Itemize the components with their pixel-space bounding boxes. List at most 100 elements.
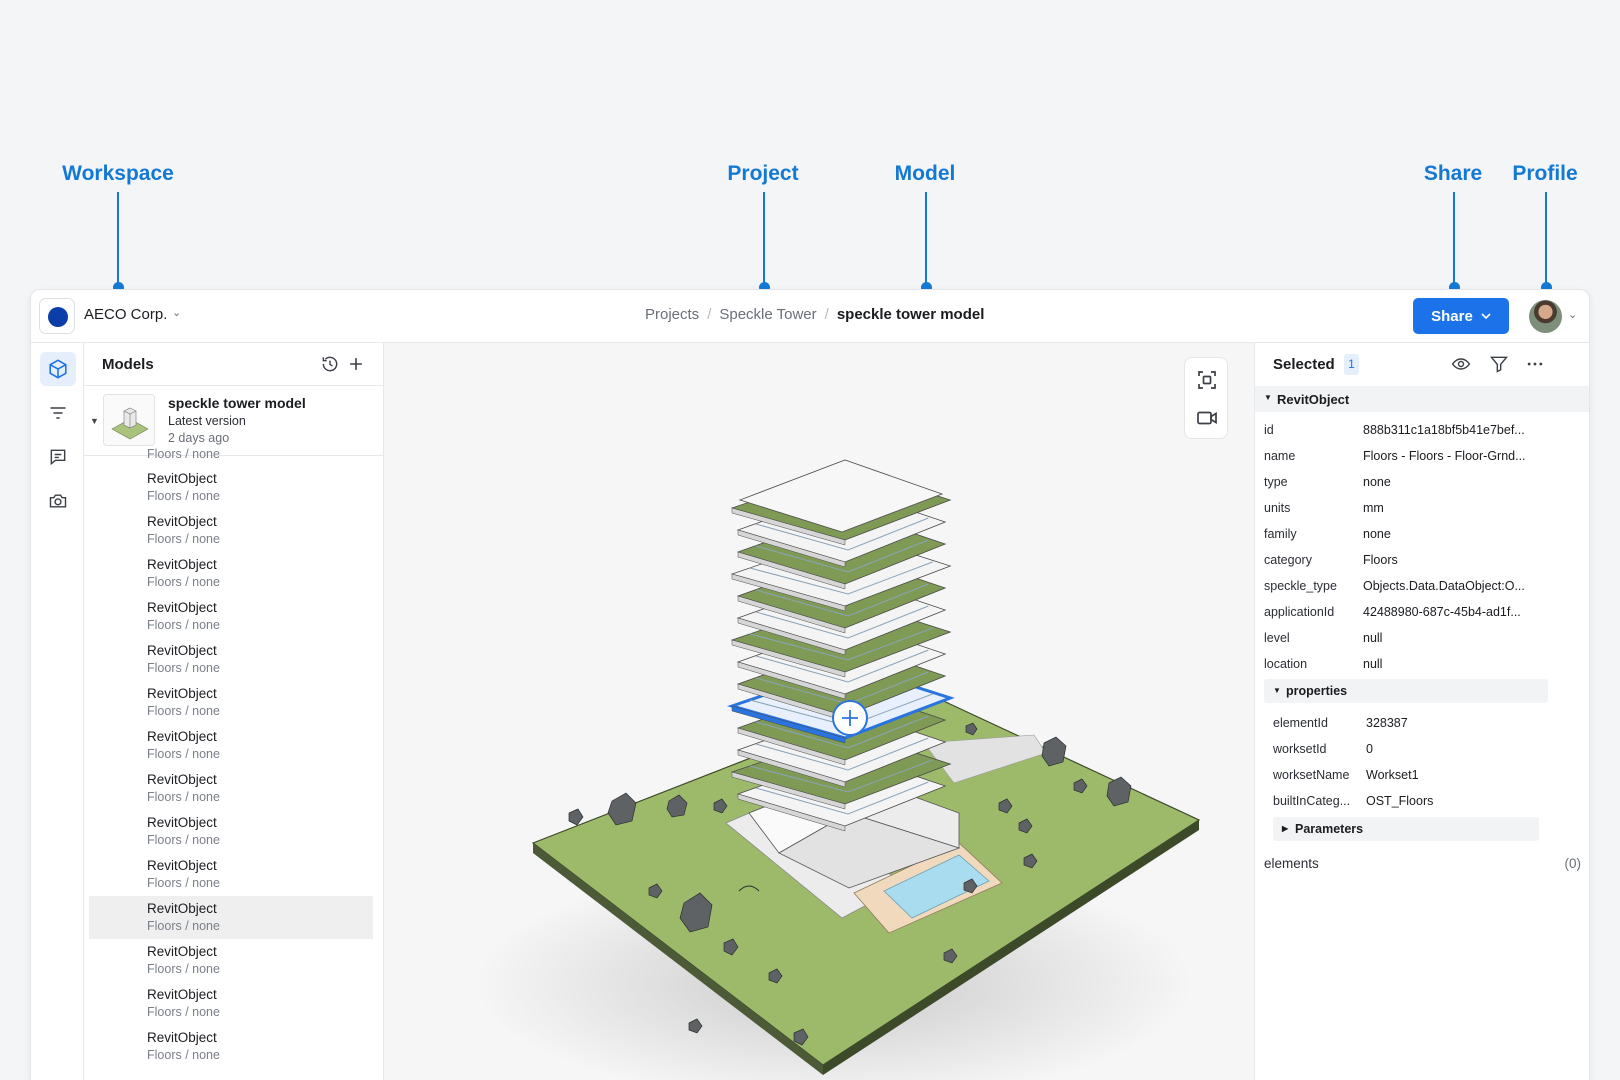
- property-value: mm: [1363, 501, 1384, 515]
- elements-label: elements: [1264, 856, 1319, 871]
- property-key: category: [1264, 553, 1312, 567]
- chevron-down-icon[interactable]: ⌄: [172, 306, 181, 319]
- list-item[interactable]: RevitObject Floors / none: [89, 466, 373, 509]
- share-button-label: Share: [1431, 307, 1473, 325]
- property-row[interactable]: id 888b311c1a18bf5b41e7bef...: [1255, 417, 1589, 443]
- list-item[interactable]: RevitObject Floors / none: [89, 681, 373, 724]
- frame-icon[interactable]: [1195, 368, 1219, 392]
- properties-section[interactable]: ▼ properties: [1264, 679, 1548, 703]
- top-bar: AECO Corp. ⌄ Projects / Speckle Tower / …: [31, 290, 1589, 343]
- list-item-subtitle: Floors / none: [147, 876, 220, 890]
- property-value: Objects.Data.DataObject:O...: [1363, 579, 1525, 593]
- list-item-subtitle: Floors / none: [147, 1048, 220, 1062]
- callout-model: Model: [894, 162, 956, 185]
- building-model-render[interactable]: [384, 343, 1254, 1080]
- list-item-subtitle: Floors / none: [147, 1005, 220, 1019]
- selection-title: Selected: [1273, 356, 1335, 373]
- sub-property-row[interactable]: worksetId 0: [1255, 736, 1589, 762]
- list-item[interactable]: RevitObject Floors / none: [89, 767, 373, 810]
- eye-icon[interactable]: [1451, 354, 1471, 374]
- property-row[interactable]: category Floors: [1255, 547, 1589, 573]
- chevron-down-icon: [1481, 313, 1491, 319]
- property-row[interactable]: location null: [1255, 651, 1589, 677]
- section-revitobject[interactable]: ▼ RevitObject: [1255, 386, 1589, 412]
- list-item[interactable]: RevitObject Floors / none: [89, 509, 373, 552]
- breadcrumb-model[interactable]: speckle tower model: [837, 306, 985, 323]
- camera-icon: [49, 494, 67, 508]
- video-camera-icon[interactable]: [1195, 406, 1219, 430]
- model-card[interactable]: ▼ speckle tower model Latest version 2 d…: [84, 386, 383, 456]
- workspace-logo-disc: [48, 307, 68, 327]
- list-item[interactable]: RevitObject Floors / none: [89, 552, 373, 595]
- rail-comments-button[interactable]: [40, 440, 76, 474]
- list-item-name: RevitObject: [147, 987, 217, 1002]
- callout-line-share: [1453, 192, 1455, 284]
- list-item[interactable]: RevitObject Floors / none: [89, 638, 373, 681]
- list-item-name: RevitObject: [147, 729, 217, 744]
- list-item[interactable]: RevitObject Floors / none: [89, 896, 373, 939]
- filter-icon[interactable]: [1489, 354, 1509, 374]
- list-item[interactable]: RevitObject Floors / none: [89, 982, 373, 1025]
- property-row[interactable]: speckle_type Objects.Data.DataObject:O...: [1255, 573, 1589, 599]
- callout-profile: Profile: [1512, 162, 1578, 185]
- rail-models-button[interactable]: [40, 352, 76, 386]
- elements-row[interactable]: elements (0): [1255, 851, 1589, 877]
- sub-property-row[interactable]: worksetName Workset1: [1255, 762, 1589, 788]
- property-value: Floors - Floors - Floor-Grnd...: [1363, 449, 1526, 463]
- expand-caret-icon: ▶: [1282, 824, 1289, 833]
- section-title: RevitObject: [1277, 392, 1350, 407]
- model-age: 2 days ago: [168, 431, 230, 445]
- property-row[interactable]: units mm: [1255, 495, 1589, 521]
- more-icon[interactable]: [1525, 354, 1545, 374]
- list-item-subtitle: Floors / none: [147, 532, 220, 546]
- workspace-logo[interactable]: [39, 298, 75, 334]
- breadcrumb-project[interactable]: Speckle Tower: [719, 306, 816, 323]
- avatar[interactable]: [1529, 300, 1562, 333]
- list-item[interactable]: RevitObject Floors / none: [89, 853, 373, 896]
- list-item-subtitle: Floors / none: [147, 790, 220, 804]
- sub-property-row[interactable]: elementId 328387: [1255, 710, 1589, 736]
- share-button[interactable]: Share: [1413, 298, 1509, 334]
- property-row[interactable]: family none: [1255, 521, 1589, 547]
- profile-chevron-down-icon[interactable]: ⌄: [1568, 308, 1577, 321]
- property-key: location: [1264, 657, 1308, 671]
- history-icon[interactable]: [320, 354, 340, 374]
- selection-header: Selected 1: [1255, 343, 1589, 386]
- properties-section-label: properties: [1286, 684, 1348, 698]
- list-item[interactable]: RevitObject Floors / none: [89, 939, 373, 982]
- list-item-subtitle: Floors / none: [147, 618, 220, 632]
- parameters-section[interactable]: ▶ Parameters: [1273, 817, 1539, 841]
- property-key: id: [1264, 423, 1274, 437]
- models-panel-header: Models: [84, 343, 383, 386]
- add-model-icon[interactable]: [346, 354, 366, 374]
- property-row[interactable]: name Floors - Floors - Floor-Grnd...: [1255, 443, 1589, 469]
- breadcrumb-separator: /: [707, 306, 712, 323]
- sub-property-row[interactable]: builtInCateg... OST_Floors: [1255, 788, 1589, 814]
- viewer-canvas[interactable]: [384, 343, 1254, 1080]
- selection-panel: Selected 1 ▼ RevitObject id 888b311c1a18b…: [1254, 343, 1589, 1080]
- list-item[interactable]: RevitObject Floors / none: [89, 724, 373, 767]
- filter-lines-icon: [50, 407, 66, 419]
- breadcrumb: Projects / Speckle Tower / speckle tower…: [645, 306, 984, 323]
- breadcrumb-projects[interactable]: Projects: [645, 306, 699, 323]
- property-key: name: [1264, 449, 1296, 463]
- sub-property-value: 328387: [1366, 716, 1408, 730]
- collapse-caret-icon[interactable]: ▼: [90, 416, 99, 426]
- property-key: type: [1264, 475, 1288, 489]
- callout-line-workspace: [117, 192, 119, 284]
- property-row[interactable]: applicationId 42488980-687c-45b4-ad1f...: [1255, 599, 1589, 625]
- property-value: Floors: [1363, 553, 1398, 567]
- list-item[interactable]: RevitObject Floors / none: [89, 810, 373, 853]
- rail-filters-button[interactable]: [40, 396, 76, 430]
- rail-views-button[interactable]: [40, 484, 76, 518]
- list-item[interactable]: RevitObject Floors / none: [89, 595, 373, 638]
- tower-floors: [726, 459, 955, 832]
- property-key: family: [1264, 527, 1297, 541]
- property-row[interactable]: type none: [1255, 469, 1589, 495]
- list-item[interactable]: RevitObject Floors / none: [89, 1025, 373, 1068]
- property-row[interactable]: level null: [1255, 625, 1589, 651]
- property-value: null: [1363, 631, 1383, 645]
- workspace-name[interactable]: AECO Corp.: [84, 306, 167, 323]
- model-name[interactable]: speckle tower model: [168, 395, 306, 411]
- list-item-partial: Floors / none: [147, 448, 220, 460]
